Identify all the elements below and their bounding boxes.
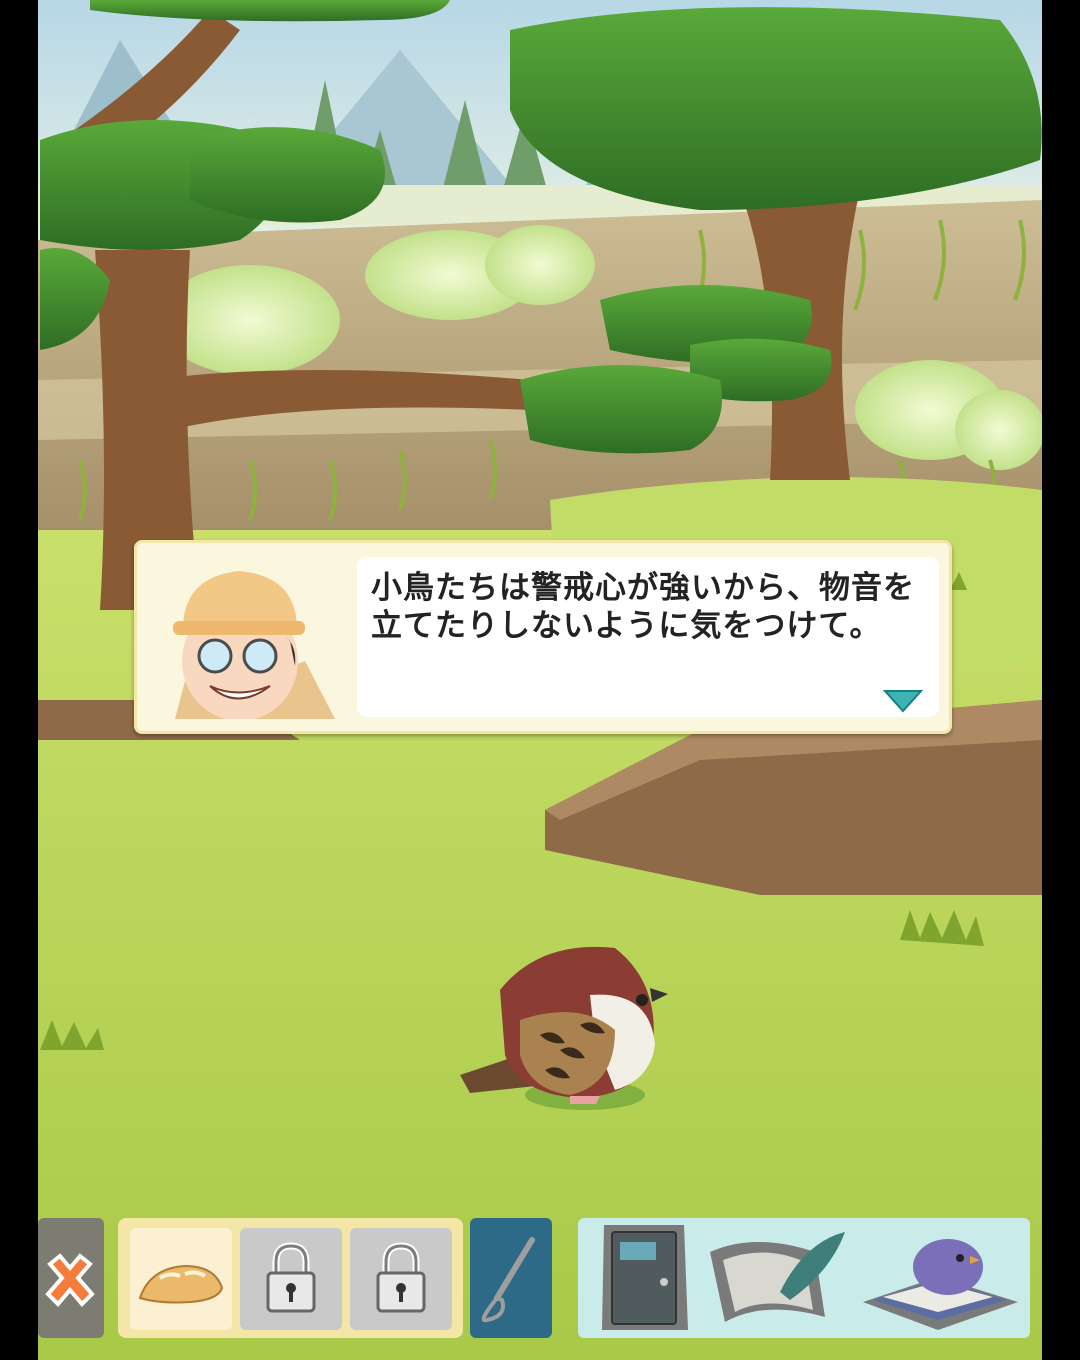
quill-memo-icon xyxy=(710,1232,845,1322)
bread-icon xyxy=(138,1264,224,1304)
bird-encyclopedia-icon xyxy=(863,1239,1018,1330)
whisk-tool-button[interactable] xyxy=(472,1228,550,1330)
door-exit-icon xyxy=(602,1225,688,1330)
padlock-icon xyxy=(266,1242,316,1313)
exit-door-button[interactable] xyxy=(592,1220,697,1335)
chevron-down-icon[interactable] xyxy=(882,687,924,713)
whisk-icon xyxy=(481,1237,535,1323)
dialog-textbox: 小鳥たちは警戒心が強いから、物音を立てたりしないように気をつけて。 xyxy=(357,557,939,717)
padlock-icon xyxy=(376,1242,426,1313)
dialog-text: 小鳥たちは警戒心が強いから、物音を立てたりしないように気をつけて。 xyxy=(371,570,915,644)
game-stage: 小鳥たちは警戒心が強いから、物音を立てたりしないように気をつけて。 xyxy=(0,0,1080,1360)
dialog-box[interactable]: 小鳥たちは警戒心が強いから、物音を立てたりしないように気をつけて。 xyxy=(134,540,952,734)
zookeeper-portrait-icon xyxy=(145,551,353,721)
locked-item-slot xyxy=(350,1228,452,1330)
close-x-icon[interactable] xyxy=(40,1250,100,1310)
locked-item-slot xyxy=(240,1228,342,1330)
encyclopedia-button[interactable] xyxy=(858,1222,1023,1332)
memo-button[interactable] xyxy=(705,1222,850,1332)
bread-item-button[interactable] xyxy=(130,1228,232,1330)
